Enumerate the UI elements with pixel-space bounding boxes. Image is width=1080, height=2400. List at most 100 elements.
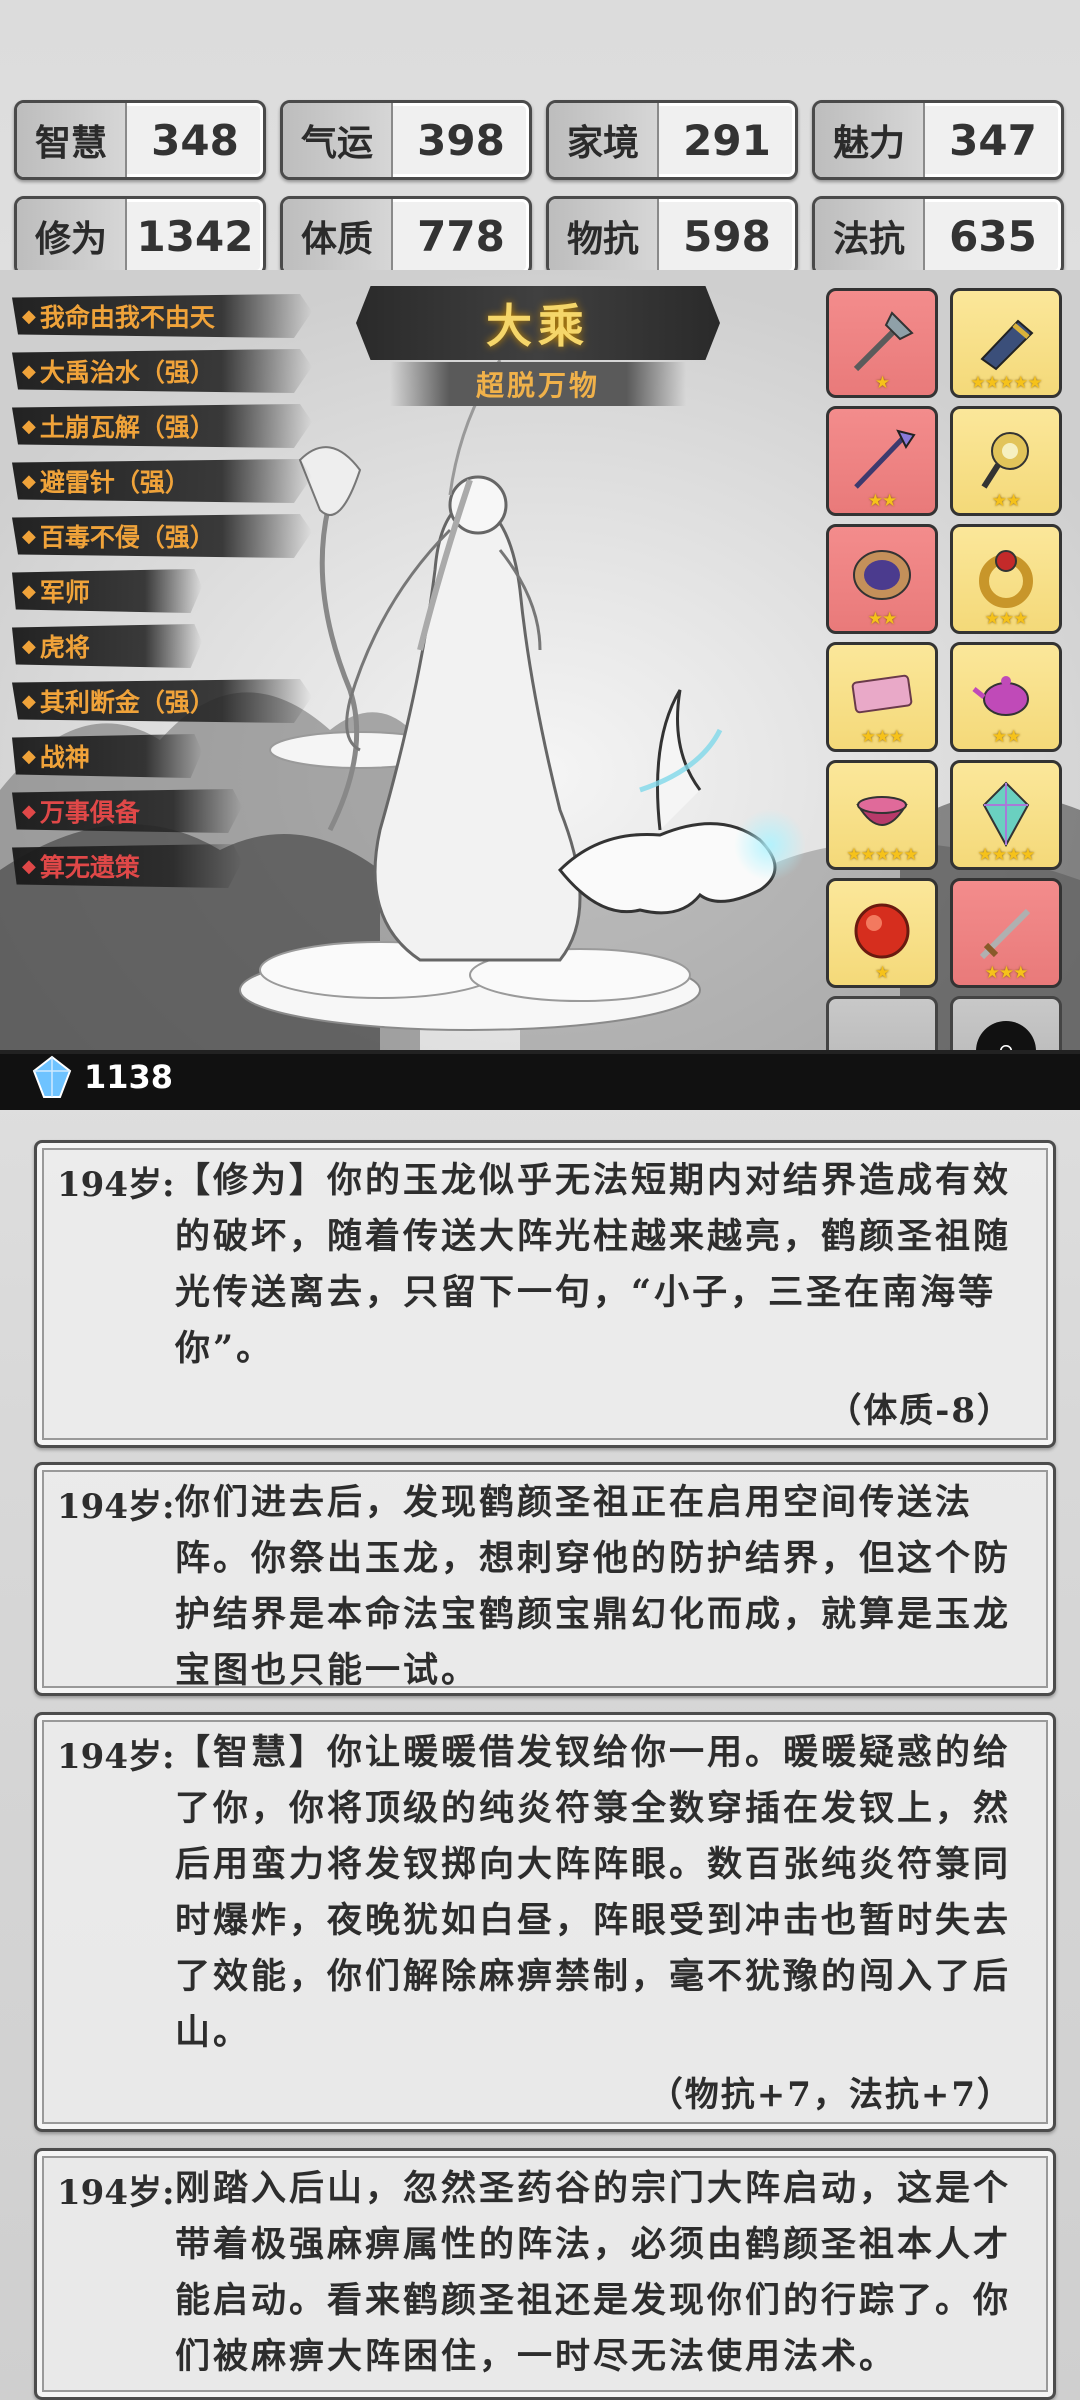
realm-subtitle: 超脱万物 [390,362,686,406]
red-orb-icon [854,903,910,959]
stat-label: 家境 [549,103,659,177]
log-stat-change: （体质-8） [827,1391,1013,1431]
star-rating: ★ [874,373,890,393]
equipment-slot[interactable]: ★★★★ [950,760,1062,870]
stat-cultivation: 修为 1342 [14,196,266,276]
diamond-icon: ◆ [22,525,36,547]
log-text: 你们进去后，发现鹤颜圣祖正在启用空间传送法阵。你祭出玉龙，想刺穿他的防护结界，但… [175,1482,1012,1691]
log-entry: 194岁: 你们进去后，发现鹤颜圣祖正在启用空间传送法阵。你祭出玉龙，想刺穿他的… [34,1462,1056,1696]
crystal-currency: 1138 [30,1055,173,1099]
stat-value: 778 [417,211,505,261]
crystal-count: 1138 [84,1058,174,1096]
mirror-icon [853,550,911,600]
diamond-icon: ◆ [22,745,36,767]
teapot-icon [972,676,1029,716]
stat-label: 魅力 [815,103,925,177]
gauntlet-icon [980,319,1034,371]
log-entry: 194岁: 刚踏入后山，忽然圣药谷的宗门大阵启动，这是个带着极强麻痹属性的阵法，… [34,2148,1056,2400]
skill-list: ◆ 我命由我不由天 ◆ 大禹治水（强） ◆ 土崩瓦解（强） ◆ 避雷针（强） ◆ 百毒不侵… [12,294,312,899]
skill-item[interactable]: ◆ 战神 [12,734,202,778]
skill-item[interactable]: ◆ 我命由我不由天 [12,294,312,338]
skill-label: 土崩瓦解（强） [39,413,215,442]
skill-label: 其利断金（强） [39,688,215,717]
diamond-icon: ◆ [22,305,36,327]
skill-item[interactable]: ◆ 百毒不侵（强） [12,514,312,558]
log-age: 194岁: [57,1165,175,1205]
equipment-slot[interactable]: ★ [826,288,938,398]
equipment-slot[interactable]: ★★ [826,406,938,516]
stat-value: 347 [949,115,1037,165]
skill-label: 战神 [39,743,90,772]
equipment-slot[interactable]: ★★ [950,642,1062,752]
equipment-slot[interactable]: ★★★ [826,642,938,752]
log-entry: 194岁: 【修为】你的玉龙似乎无法短期内对结界造成有效的破坏，随着传送大阵光柱… [34,1140,1056,1448]
stat-value: 348 [151,115,239,165]
equipment-slot[interactable]: ★ [826,878,938,988]
star-rating: ★★★★★ [846,845,918,865]
skill-label: 军师 [39,578,90,607]
skill-label: 虎将 [39,633,90,662]
stat-label: 体质 [283,199,393,273]
skill-item[interactable]: ◆ 避雷针（强） [12,459,312,503]
log-age: 194岁: [57,1487,175,1527]
log-entry: 194岁: 【智慧】你让暖暖借发钗给你一用。暖暖疑惑的给了你，你将顶级的纯炎符箓… [34,1712,1056,2132]
log-text: 刚踏入后山，忽然圣药谷的宗门大阵启动，这是个带着极强麻痹属性的阵法，必须由鹤颜圣… [175,2168,1012,2377]
equipment-slot[interactable]: ★★★ [950,878,1062,988]
equipment-slot[interactable]: ★★ [826,524,938,634]
character-scene: ◆ 我命由我不由天 ◆ 大禹治水（强） ◆ 土崩瓦解（强） ◆ 避雷针（强） ◆ 百毒不侵… [0,270,1080,1110]
realm-title: 大乘 [356,286,720,360]
stat-value: 1342 [136,211,254,261]
halberd-icon [853,311,914,372]
equipment-slot[interactable]: ★★★★★ [826,760,938,870]
star-rating: ★★ [867,609,897,629]
diamond-icon: ◆ [22,360,36,382]
skill-item[interactable]: ◆ 虎将 [12,624,202,668]
skill-item[interactable]: ◆ 土崩瓦解（强） [12,404,312,448]
skill-label: 大禹治水（强） [39,358,215,387]
stat-phys-resist: 物抗 598 [546,196,798,276]
skill-item[interactable]: ◆ 算无遗策 [12,844,242,888]
equipment-slot[interactable]: ★★★ [950,524,1062,634]
diamond-icon: ◆ [22,580,36,602]
diamond-icon: ◆ [22,470,36,492]
spear-icon [854,429,916,489]
stat-physique: 体质 778 [280,196,532,276]
star-rating: ★★★★ [977,845,1036,865]
skill-item[interactable]: ◆ 万事俱备 [12,789,242,833]
log-age: 194岁: [57,2173,175,2213]
stat-family: 家境 291 [546,100,798,180]
skill-label: 百毒不侵（强） [39,523,215,552]
diamond-icon: ◆ [22,415,36,437]
diamond-icon: ◆ [22,800,36,822]
equipment-grid: ★ ★★★★★ ★★ ★★ ★★ ★★★ ★★★ ★★ ★★★★★ ★★★★ ★… [826,288,1062,1106]
skill-label: 避雷针（强） [39,468,190,497]
star-rating: ★★ [867,491,897,511]
scroll-icon [851,674,913,714]
stat-value: 291 [683,115,771,165]
diamond-icon: ◆ [22,855,36,877]
star-rating: ★★ [991,727,1021,747]
log-stat-change: （物抗+7，法抗+7） [648,2075,1013,2115]
stat-wisdom: 智慧 348 [14,100,266,180]
skill-item[interactable]: ◆ 军师 [12,569,202,613]
stat-label: 物抗 [549,199,659,273]
stat-label: 修为 [17,199,127,273]
stat-value: 635 [949,211,1037,261]
skill-item[interactable]: ◆ 其利断金（强） [12,679,312,723]
star-rating: ★★★★★ [970,373,1042,393]
log-age: 194岁: [57,1737,175,1777]
skill-item[interactable]: ◆ 大禹治水（强） [12,349,312,393]
crystal-icon [32,1055,72,1098]
mace-icon [981,432,1029,489]
log-text: 【修为】你的玉龙似乎无法短期内对结界造成有效的破坏，随着传送大阵光柱越来越亮，鹤… [175,1160,1012,1369]
sword-icon [979,908,1031,960]
stat-value: 598 [683,211,771,261]
stat-label: 法抗 [815,199,925,273]
star-rating: ★★ [991,491,1021,511]
equipment-slot[interactable]: ★★ [950,406,1062,516]
equipment-slot[interactable]: ★★★★★ [950,288,1062,398]
skill-label: 算无遗策 [39,853,140,882]
stat-label: 气运 [283,103,393,177]
skill-label: 我命由我不由天 [39,303,215,332]
diamond-icon: ◆ [22,635,36,657]
